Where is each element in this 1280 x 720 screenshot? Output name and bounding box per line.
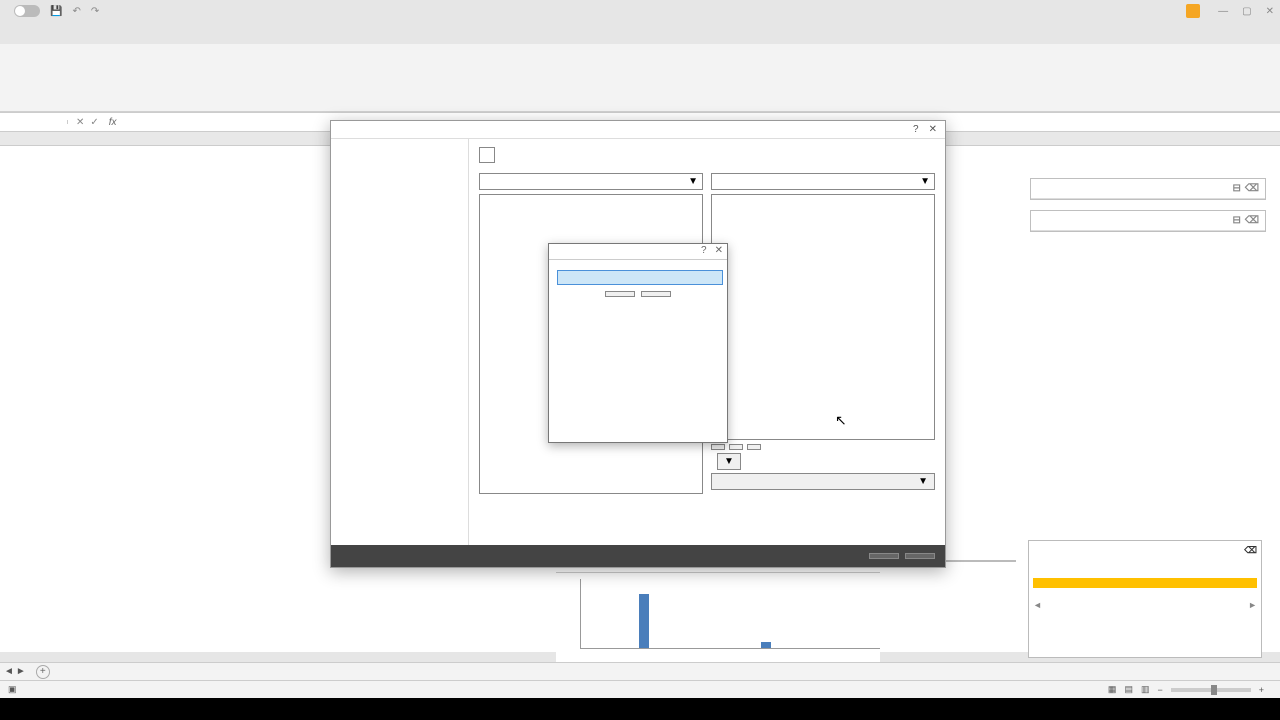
view-normal-icon[interactable]: ▦: [1108, 684, 1117, 695]
add-sheet-button[interactable]: +: [36, 665, 50, 679]
zoom-out-icon[interactable]: −: [1157, 685, 1162, 695]
quick-access-toolbar: 💾 ↶ ↷: [50, 6, 99, 17]
reset-button[interactable]: ▼: [717, 453, 741, 470]
sheet-tabs: ◄ ► +: [0, 662, 1280, 680]
titlebar: 💾 ↶ ↷ — ▢ ✕: [0, 0, 1280, 22]
cancel-button[interactable]: [905, 553, 935, 559]
close-icon[interactable]: ✕: [715, 245, 723, 258]
zoom-slider[interactable]: [1171, 688, 1251, 692]
sheet-nav-prev-icon[interactable]: ►: [16, 666, 26, 677]
display-name-input[interactable]: [557, 270, 723, 285]
scroll-left-icon[interactable]: ◄: [1033, 600, 1042, 610]
ribbon-combo[interactable]: ▼: [711, 173, 935, 190]
dialog-rename: ? ✕: [548, 243, 728, 443]
multiselect-icon[interactable]: ⊟: [1232, 183, 1240, 194]
clear-filter-icon[interactable]: ⌫: [1244, 545, 1257, 556]
slicer-saison[interactable]: ⊟⌫: [1030, 178, 1266, 200]
zoom-in-icon[interactable]: +: [1259, 685, 1264, 695]
options-category-list: [331, 139, 469, 549]
new-group-button[interactable]: [729, 444, 743, 450]
commands-combo[interactable]: ▼: [479, 173, 703, 190]
new-tab-button[interactable]: [711, 444, 725, 450]
clear-filter-icon[interactable]: ⌫: [1245, 215, 1259, 226]
chevron-down-icon: ▼: [920, 176, 930, 187]
ribbon-tabs: [0, 22, 1280, 44]
status-bar: ▣ ▦ ▤ ▥ − +: [0, 680, 1280, 698]
help-icon[interactable]: ?: [913, 124, 919, 135]
undo-icon[interactable]: ↶: [72, 6, 80, 17]
timeline-datum[interactable]: ⌫ ◄ ►: [1028, 540, 1262, 658]
name-box[interactable]: [0, 120, 68, 124]
ok-button[interactable]: [605, 291, 635, 297]
chevron-down-icon: ▼: [688, 176, 698, 187]
cancel-formula-icon[interactable]: ✕: [76, 117, 84, 128]
clear-filter-icon[interactable]: ⌫: [1245, 183, 1259, 194]
rename-button[interactable]: [747, 444, 761, 450]
maximize-icon[interactable]: ▢: [1242, 6, 1251, 17]
sheet-nav-first-icon[interactable]: ◄: [4, 666, 14, 677]
close-icon[interactable]: ✕: [1266, 6, 1274, 17]
chart-bar: [761, 642, 771, 648]
scroll-right-icon[interactable]: ►: [1248, 600, 1257, 610]
autosave-toggle[interactable]: [14, 5, 40, 17]
ribbon: [0, 44, 1280, 112]
customize-ribbon-icon: [479, 147, 495, 163]
import-export-button[interactable]: ▼: [711, 473, 935, 490]
ok-button[interactable]: [869, 553, 899, 559]
minimize-icon[interactable]: —: [1218, 6, 1228, 17]
record-macro-icon[interactable]: ▣: [8, 684, 17, 695]
accept-formula-icon[interactable]: ✓: [90, 117, 98, 128]
view-layout-icon[interactable]: ▤: [1124, 684, 1133, 695]
redo-icon[interactable]: ↷: [91, 6, 99, 17]
ribbon-tree[interactable]: [711, 194, 935, 440]
multiselect-icon[interactable]: ⊟: [1232, 215, 1240, 226]
timeline-bar[interactable]: [1033, 578, 1257, 588]
chart-ergebnis: [556, 572, 880, 672]
chart-plot: [580, 579, 880, 649]
cancel-button[interactable]: [641, 291, 671, 297]
help-icon[interactable]: ?: [701, 245, 707, 258]
chart-bar: [639, 594, 649, 648]
view-pagebreak-icon[interactable]: ▥: [1141, 684, 1150, 695]
fx-icon[interactable]: fx: [109, 117, 117, 128]
slicer-jahr[interactable]: ⊟⌫: [1030, 210, 1266, 232]
save-icon[interactable]: 💾: [50, 6, 62, 17]
user-avatar[interactable]: [1186, 4, 1200, 18]
close-icon[interactable]: ✕: [929, 124, 937, 135]
